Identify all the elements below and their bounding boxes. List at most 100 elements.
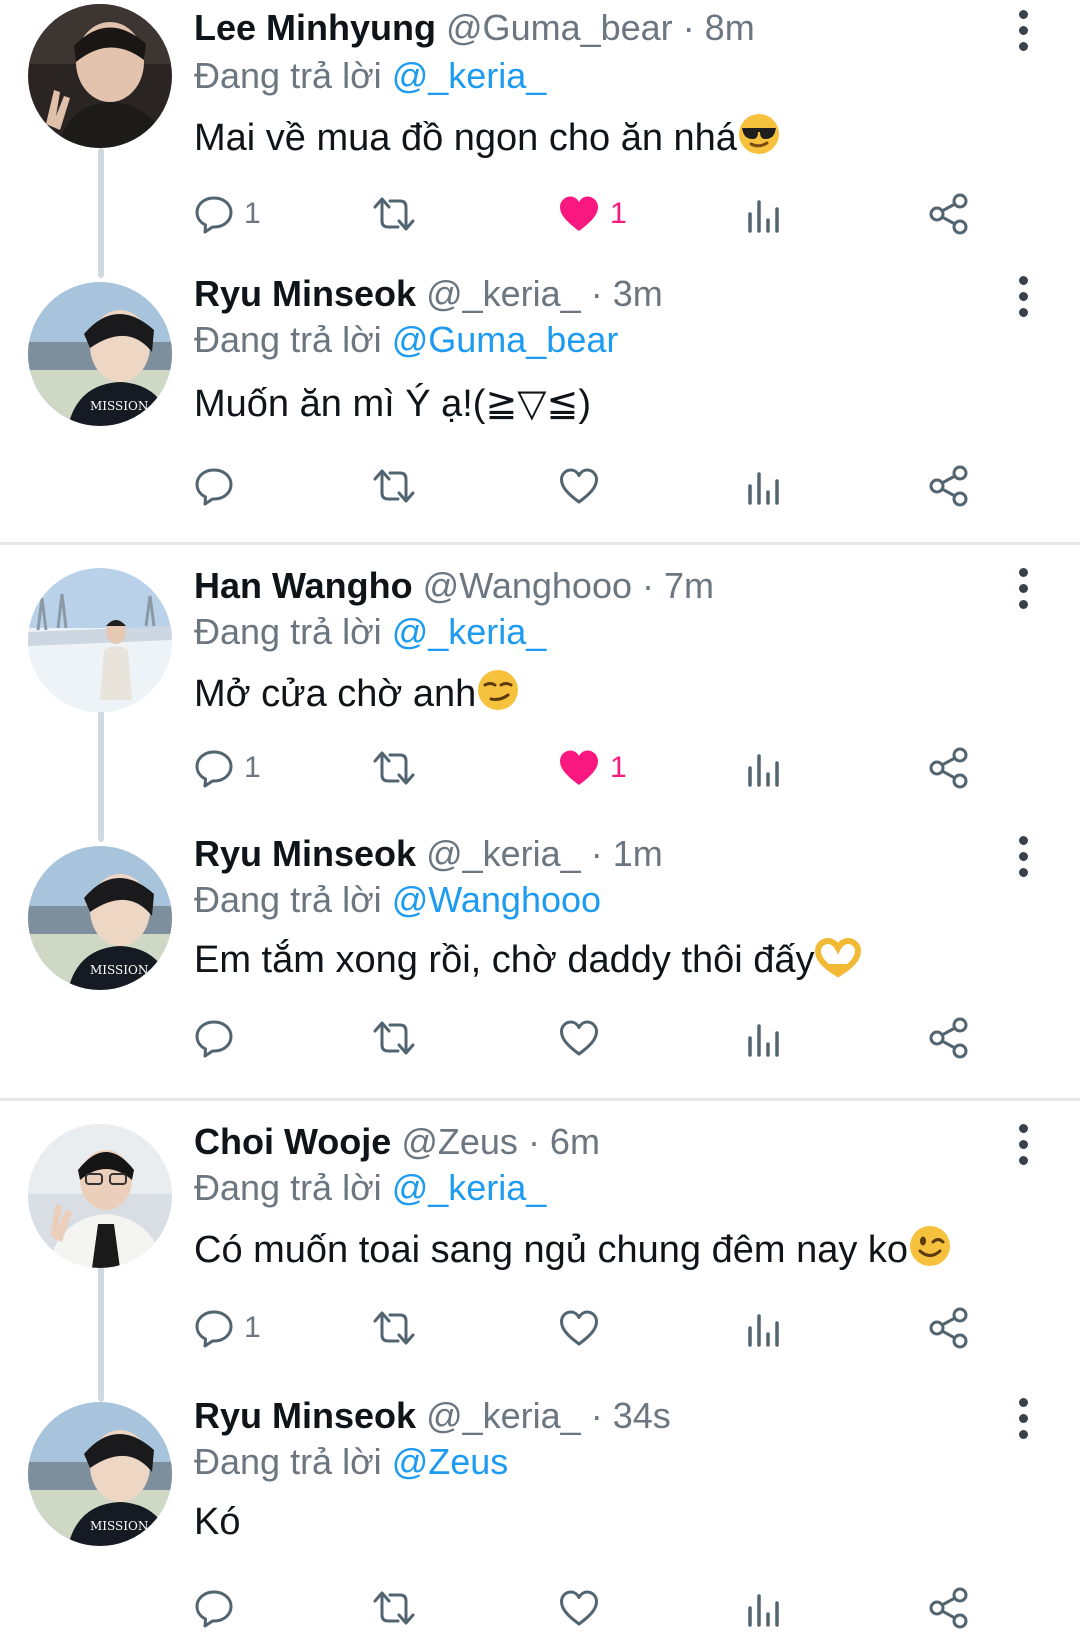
user-handle[interactable]: @_keria_ [426, 833, 581, 874]
share-button[interactable] [928, 1302, 970, 1354]
svg-text:MISSION: MISSION [90, 399, 148, 413]
more-options-icon[interactable] [1008, 1396, 1038, 1440]
reply-button[interactable]: 1 [194, 742, 261, 794]
display-name[interactable]: Han Wangho [194, 565, 413, 606]
display-name[interactable]: Lee Minhyung [194, 7, 436, 48]
retweet-button[interactable] [370, 460, 418, 512]
avatar[interactable]: MISSION [28, 282, 172, 426]
tweet[interactable]: Han Wangho @Wanghooo · 7m Đang trả lời @… [0, 552, 1080, 842]
replying-to-label: Đang trả lời [194, 879, 382, 920]
svg-text:MISSION: MISSION [90, 1519, 148, 1533]
replying-to-label: Đang trả lời [194, 1441, 382, 1482]
display-name[interactable]: Ryu Minseok [194, 833, 416, 874]
display-name[interactable]: Choi Wooje [194, 1121, 391, 1162]
retweet-button[interactable] [370, 1582, 418, 1634]
heart-outline-icon [558, 1588, 600, 1628]
thread-connector-line [98, 148, 104, 278]
like-button[interactable] [558, 1302, 600, 1354]
like-button[interactable]: 1 [558, 742, 627, 794]
share-icon [928, 465, 970, 507]
reply-icon [194, 466, 234, 506]
retweet-icon [370, 466, 418, 506]
tweet[interactable]: MISSION Ryu Minseok @_keria_ · 1m Đang t… [0, 830, 1080, 1094]
reply-icon [194, 1018, 234, 1058]
retweet-icon [370, 1588, 418, 1628]
tweet-text: Em tắm xong rồi, chờ daddy thôi đấy [194, 939, 815, 981]
share-button[interactable] [928, 742, 970, 794]
display-name[interactable]: Ryu Minseok [194, 1395, 416, 1436]
reply-icon [194, 1588, 234, 1628]
heart-filled-icon [558, 748, 600, 788]
reply-to-mention[interactable]: @_keria_ [392, 1167, 547, 1208]
tweet-text: Mở cửa chờ anh [194, 673, 477, 715]
like-button[interactable] [558, 1582, 600, 1634]
tweet-text: Muốn ăn mì Ý ạ!(≧▽≦) [194, 383, 592, 425]
retweet-button[interactable] [370, 1012, 418, 1064]
tweet[interactable]: Lee Minhyung @Guma_bear · 8m Đang trả lờ… [0, 0, 1080, 278]
avatar[interactable]: MISSION [28, 1402, 172, 1546]
share-button[interactable] [928, 1012, 970, 1064]
views-button[interactable] [746, 1302, 782, 1354]
more-options-icon[interactable] [1008, 566, 1038, 610]
more-options-icon[interactable] [1008, 1122, 1038, 1166]
tweet[interactable]: Choi Wooje @Zeus · 6m Đang trả lời @_ker… [0, 1108, 1080, 1402]
tweet-text-line: Kó [194, 1498, 240, 1546]
reply-thread-feed: Lee Minhyung @Guma_bear · 8m Đang trả lờ… [0, 0, 1080, 1640]
reply-to-mention[interactable]: @Zeus [392, 1441, 509, 1482]
more-options-icon[interactable] [1008, 834, 1038, 878]
tweet[interactable]: MISSION Ryu Minseok @_keria_ · 3m Đang t… [0, 270, 1080, 538]
like-button[interactable] [558, 1012, 600, 1064]
avatar[interactable] [28, 1124, 172, 1268]
reply-to-mention[interactable]: @_keria_ [392, 55, 547, 96]
share-button[interactable] [928, 460, 970, 512]
user-handle[interactable]: @_keria_ [426, 1395, 581, 1436]
views-button[interactable] [746, 742, 782, 794]
retweet-icon [370, 194, 418, 234]
reply-icon [194, 194, 234, 234]
tweet[interactable]: MISSION Ryu Minseok @_keria_ · 34s Đang … [0, 1390, 1080, 1640]
like-button[interactable] [558, 460, 600, 512]
sunglasses-emoji [737, 112, 781, 168]
views-button[interactable] [746, 1582, 782, 1634]
user-handle[interactable]: @Wanghooo [423, 565, 632, 606]
reply-to-mention[interactable]: @Guma_bear [392, 319, 619, 360]
reply-icon [194, 748, 234, 788]
tweet-text: Có muốn toai sang ngủ chung đêm nay ko [194, 1229, 909, 1271]
user-handle[interactable]: @_keria_ [426, 273, 581, 314]
display-name[interactable]: Ryu Minseok [194, 273, 416, 314]
share-button[interactable] [928, 1582, 970, 1634]
avatar[interactable] [28, 4, 172, 148]
share-button[interactable] [928, 188, 970, 240]
reply-button[interactable] [194, 460, 234, 512]
views-button[interactable] [746, 460, 782, 512]
views-button[interactable] [746, 188, 782, 240]
user-handle[interactable]: @Zeus [401, 1121, 518, 1162]
share-icon [928, 1587, 970, 1629]
retweet-button[interactable] [370, 742, 418, 794]
more-options-icon[interactable] [1008, 8, 1038, 52]
reply-button[interactable] [194, 1012, 234, 1064]
like-button[interactable]: 1 [558, 188, 627, 240]
heart-hands-emoji [814, 937, 861, 990]
reply-button[interactable]: 1 [194, 1302, 261, 1354]
reply-button[interactable]: 1 [194, 188, 261, 240]
user-handle[interactable]: @Guma_bear [446, 7, 673, 48]
retweet-button[interactable] [370, 188, 418, 240]
tweet-actions: 1 1 [194, 742, 1024, 794]
more-options-icon[interactable] [1008, 274, 1038, 318]
replying-to-label: Đang trả lời [194, 319, 382, 360]
reply-count: 1 [244, 197, 261, 230]
reply-to-mention[interactable]: @_keria_ [392, 611, 547, 652]
reply-count: 1 [244, 751, 261, 784]
retweet-button[interactable] [370, 1302, 418, 1354]
avatar[interactable] [28, 568, 172, 712]
retweet-icon [370, 1018, 418, 1058]
reply-button[interactable] [194, 1582, 234, 1634]
heart-outline-icon [558, 1018, 600, 1058]
tweet-time: · 7m [642, 565, 715, 606]
views-button[interactable] [746, 1012, 782, 1064]
tweet-actions [194, 460, 1024, 512]
reply-to-mention[interactable]: @Wanghooo [392, 879, 601, 920]
share-icon [928, 747, 970, 789]
avatar[interactable]: MISSION [28, 846, 172, 990]
